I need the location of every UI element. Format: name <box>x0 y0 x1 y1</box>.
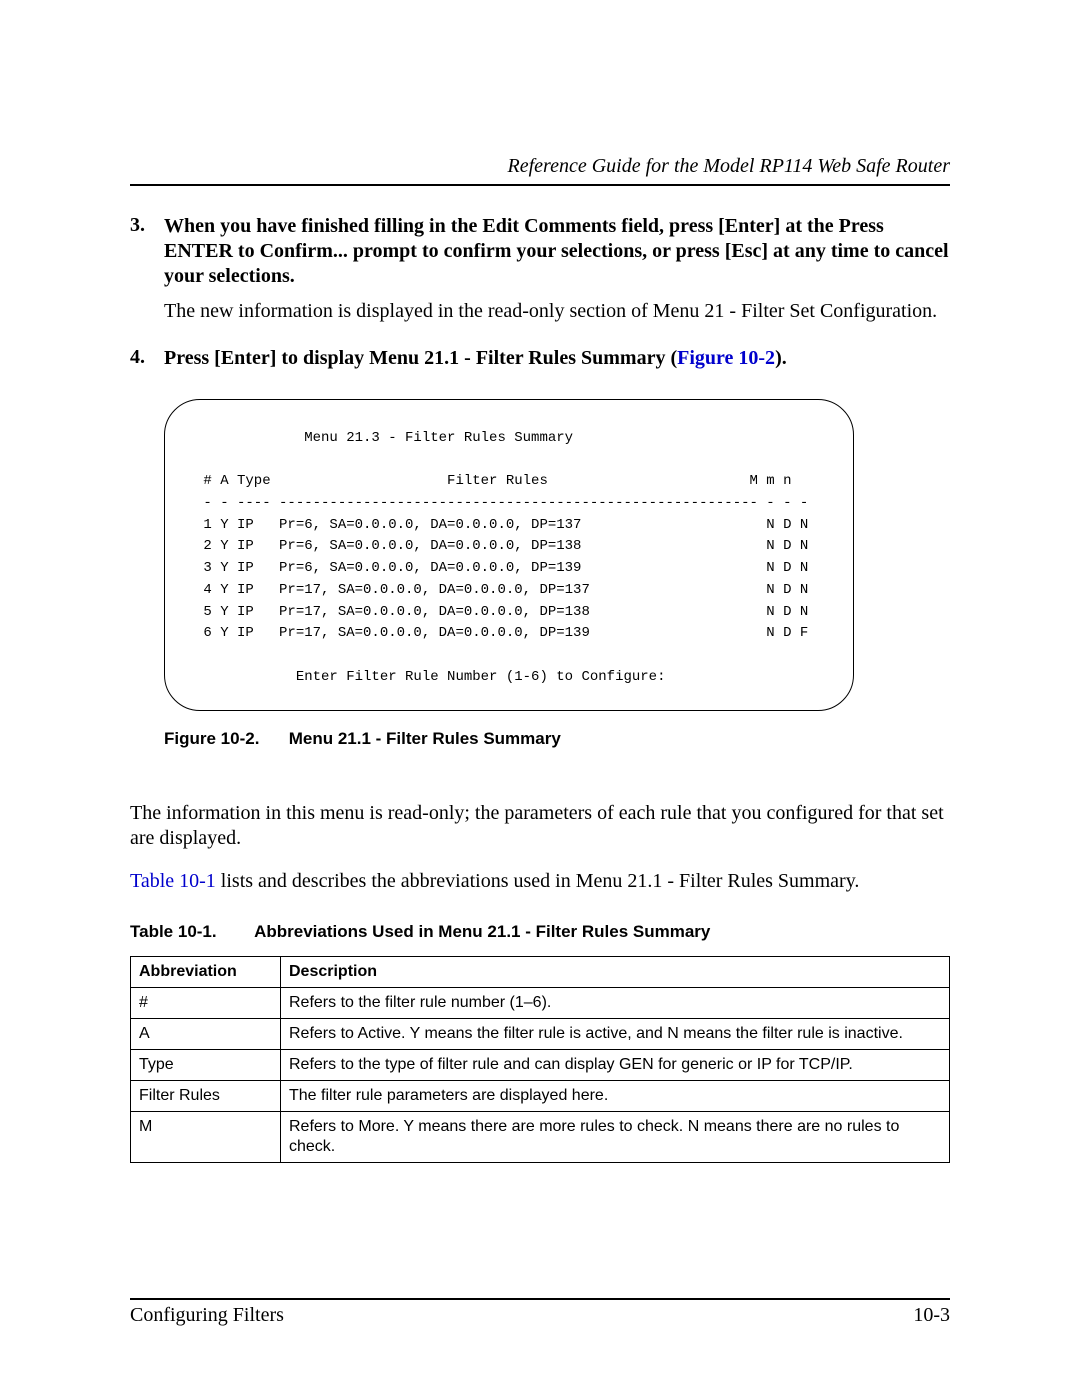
step-3-followup: The new information is displayed in the … <box>164 299 950 324</box>
step-4-bold-pre: Press [Enter] to display Menu 21.1 - Fil… <box>164 347 677 369</box>
table-row: Filter Rules The filter rule parameters … <box>131 1081 950 1112</box>
table-head-row: Abbreviation Description <box>131 957 950 988</box>
cell-desc: The filter rule parameters are displayed… <box>281 1081 950 1112</box>
term-row-6: 6 Y IP Pr=17, SA=0.0.0.0, DA=0.0.0.0, DP… <box>195 625 808 641</box>
step-4-number: 4. <box>130 346 164 371</box>
step-3-bold: When you have finished filling in the Ed… <box>164 215 949 287</box>
running-head: Reference Guide for the Model RP114 Web … <box>130 155 950 178</box>
cell-desc: Refers to Active. Y means the filter rul… <box>281 1019 950 1050</box>
table-row: M Refers to More. Y means there are more… <box>131 1112 950 1163</box>
table-row: # Refers to the filter rule number (1–6)… <box>131 988 950 1019</box>
term-row-5: 5 Y IP Pr=17, SA=0.0.0.0, DA=0.0.0.0, DP… <box>195 604 808 620</box>
cell-desc: Refers to More. Y means there are more r… <box>281 1112 950 1163</box>
paragraph-1: The information in this menu is read-onl… <box>130 801 950 851</box>
cell-desc: Refers to the type of filter rule and ca… <box>281 1050 950 1081</box>
term-header: # A Type Filter Rules M m n <box>195 473 792 489</box>
cell-abbr: Type <box>131 1050 281 1081</box>
figure-caption-text: Menu 21.1 - Filter Rules Summary <box>289 729 561 748</box>
header-rule <box>130 184 950 186</box>
term-divider: - - ---- -------------------------------… <box>195 495 808 511</box>
figure-caption: Figure 10-2. Menu 21.1 - Filter Rules Su… <box>164 729 950 749</box>
term-row-4: 4 Y IP Pr=17, SA=0.0.0.0, DA=0.0.0.0, DP… <box>195 582 808 598</box>
figure-caption-label: Figure 10-2. <box>164 729 284 749</box>
table-caption-text: Abbreviations Used in Menu 21.1 - Filter… <box>254 922 710 941</box>
page-footer: Configuring Filters 10-3 <box>130 1298 950 1327</box>
paragraph-2-post: lists and describes the abbreviations us… <box>216 870 860 892</box>
step-4-body: Press [Enter] to display Menu 21.1 - Fil… <box>164 346 950 371</box>
paragraph-2: Table 10-1 lists and describes the abbre… <box>130 869 950 894</box>
footer-page-number: 10-3 <box>913 1304 950 1327</box>
table-row: Type Refers to the type of filter rule a… <box>131 1050 950 1081</box>
step-3: 3. When you have finished filling in the… <box>130 214 950 289</box>
th-description: Description <box>281 957 950 988</box>
cell-abbr: A <box>131 1019 281 1050</box>
term-row-3: 3 Y IP Pr=6, SA=0.0.0.0, DA=0.0.0.0, DP=… <box>195 560 808 576</box>
term-prompt: Enter Filter Rule Number (1-6) to Config… <box>195 669 665 685</box>
terminal-box: Menu 21.3 - Filter Rules Summary # A Typ… <box>164 399 854 711</box>
term-row-1: 1 Y IP Pr=6, SA=0.0.0.0, DA=0.0.0.0, DP=… <box>195 517 808 533</box>
term-row-2: 2 Y IP Pr=6, SA=0.0.0.0, DA=0.0.0.0, DP=… <box>195 538 808 554</box>
term-title: Menu 21.3 - Filter Rules Summary <box>195 430 573 446</box>
th-abbreviation: Abbreviation <box>131 957 281 988</box>
footer-rule <box>130 1298 950 1300</box>
table-row: A Refers to Active. Y means the filter r… <box>131 1019 950 1050</box>
table-caption: Table 10-1. Abbreviations Used in Menu 2… <box>130 922 950 942</box>
table-xref-link[interactable]: Table 10-1 <box>130 870 216 892</box>
step-4: 4. Press [Enter] to display Menu 21.1 - … <box>130 346 950 371</box>
step-3-number: 3. <box>130 214 164 289</box>
footer-section: Configuring Filters <box>130 1304 284 1327</box>
cell-abbr: # <box>131 988 281 1019</box>
cell-abbr: M <box>131 1112 281 1163</box>
abbreviations-table: Abbreviation Description # Refers to the… <box>130 956 950 1163</box>
cell-abbr: Filter Rules <box>131 1081 281 1112</box>
step-4-bold-post: ). <box>775 347 787 369</box>
figure-xref-link[interactable]: Figure 10-2 <box>677 347 775 369</box>
page: Reference Guide for the Model RP114 Web … <box>0 0 1080 1397</box>
table-caption-label: Table 10-1. <box>130 922 250 942</box>
figure-10-2: Menu 21.3 - Filter Rules Summary # A Typ… <box>164 399 950 711</box>
terminal-content: Menu 21.3 - Filter Rules Summary # A Typ… <box>195 428 823 688</box>
cell-desc: Refers to the filter rule number (1–6). <box>281 988 950 1019</box>
step-3-body: When you have finished filling in the Ed… <box>164 214 950 289</box>
